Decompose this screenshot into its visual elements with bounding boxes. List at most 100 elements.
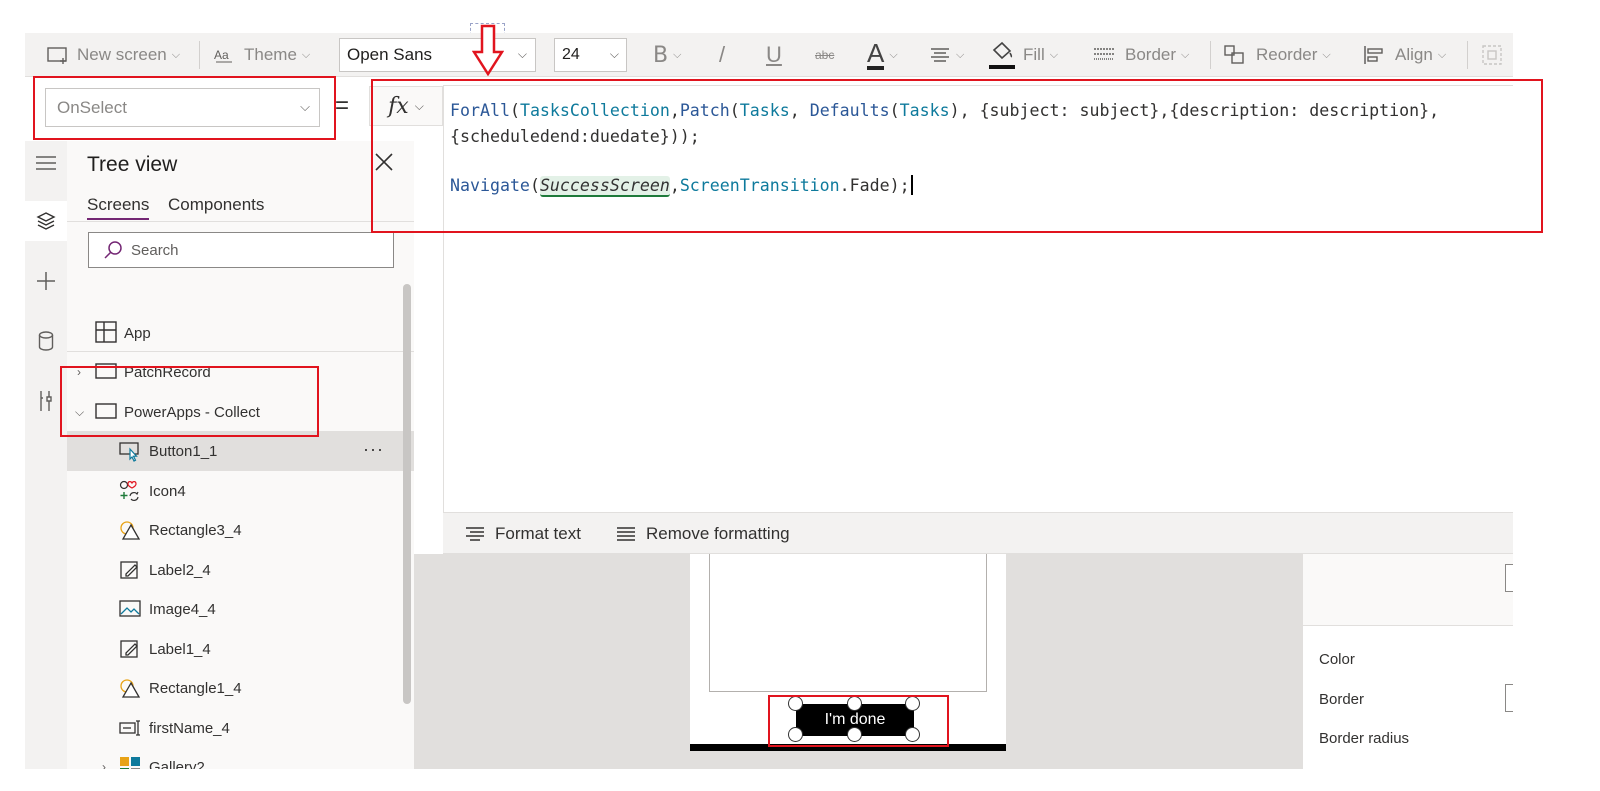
shape-control-icon xyxy=(120,679,141,698)
tree-item-label: Gallery2 xyxy=(149,758,205,770)
font-family-select[interactable]: Open Sans ⌵ xyxy=(339,38,536,72)
align-text-icon xyxy=(931,48,949,62)
layers-icon xyxy=(36,212,56,230)
theme-icon: Aa xyxy=(214,48,232,63)
insert-button[interactable] xyxy=(25,261,67,301)
property-input[interactable] xyxy=(1505,564,1513,592)
font-family-value: Open Sans xyxy=(347,45,433,64)
border-radius-property-label: Border radius xyxy=(1319,730,1410,747)
text-input-control-icon xyxy=(119,720,140,736)
remove-formatting-button[interactable]: Remove formatting xyxy=(616,513,790,555)
tree-item-image4-4[interactable]: Image4_4 xyxy=(67,589,414,629)
properties-header-area xyxy=(1303,554,1513,626)
group-icon xyxy=(1482,45,1502,65)
tree-item-firstname-4[interactable]: firstName_4 xyxy=(67,708,414,748)
chevron-down-icon: ⌵ xyxy=(609,47,619,61)
underline-button[interactable]: U xyxy=(766,33,782,77)
chevron-right-icon[interactable]: › xyxy=(102,760,106,769)
tree-view-button[interactable] xyxy=(25,201,67,241)
font-color-button[interactable]: A ⌵ xyxy=(867,33,898,77)
tree-item-label: Rectangle3_4 xyxy=(149,521,242,539)
font-color-label: A xyxy=(867,38,885,70)
italic-button[interactable]: / xyxy=(719,33,725,77)
tree-item-icon4[interactable]: Icon4 xyxy=(67,471,414,511)
more-options-icon[interactable]: ··· xyxy=(363,439,384,460)
remove-formatting-label: Remove formatting xyxy=(646,524,790,543)
align-icon xyxy=(1364,46,1383,64)
border-property-label: Border xyxy=(1319,691,1365,708)
tree-item-button1-1[interactable]: Button1_1 ··· xyxy=(67,431,414,471)
equals-sign: = xyxy=(335,92,350,119)
tree-item-rectangle3-4[interactable]: Rectangle3_4 xyxy=(67,510,414,550)
tools-icon xyxy=(40,391,52,411)
format-text-button[interactable]: Format text xyxy=(465,513,581,555)
bold-label: B xyxy=(653,42,669,68)
fill-button[interactable]: Fill ⌵ xyxy=(989,33,1058,77)
annotation-down-arrow-icon xyxy=(472,24,504,76)
data-button[interactable] xyxy=(25,321,67,361)
new-screen-button[interactable]: New screen ⌵ xyxy=(47,33,180,77)
tree-item-label: Icon4 xyxy=(149,482,186,500)
properties-panel: Color Border Border radius xyxy=(1302,554,1513,769)
search-placeholder: Search xyxy=(131,241,179,259)
menu-button[interactable] xyxy=(25,143,67,183)
database-icon xyxy=(38,331,54,351)
bold-button[interactable]: B ⌵ xyxy=(653,33,681,77)
annotation-button-box xyxy=(768,695,949,747)
format-text-icon xyxy=(466,527,484,541)
tree-view-title: Tree view xyxy=(87,153,178,176)
tab-components[interactable]: Components xyxy=(168,195,264,215)
tree-item-label: Label1_4 xyxy=(149,640,211,658)
tree-scrollbar[interactable] xyxy=(403,284,411,704)
chevron-down-icon: ⌵ xyxy=(1049,48,1059,61)
chevron-down-icon: ⌵ xyxy=(171,48,181,61)
tree-item-app[interactable]: App xyxy=(67,313,414,353)
tree-item-label: Image4_4 xyxy=(149,600,216,618)
hamburger-icon xyxy=(36,156,56,170)
gallery-control-icon xyxy=(120,757,140,769)
svg-text:Aa: Aa xyxy=(214,48,229,62)
tab-screens[interactable]: Screens xyxy=(87,195,150,220)
border-button[interactable]: Border ⌵ xyxy=(1093,33,1189,77)
tree-item-gallery2[interactable]: › Gallery2 xyxy=(67,747,414,769)
tree-search-input[interactable]: Search xyxy=(88,232,394,268)
gallery-preview[interactable] xyxy=(709,554,987,692)
align-label: Align xyxy=(1395,45,1433,64)
toolbar-divider xyxy=(1210,41,1211,69)
theme-button[interactable]: Aa Theme ⌵ xyxy=(214,33,310,77)
ribbon-toolbar: New screen ⌵ Aa Theme ⌵ Open Sans ⌵ 24 ⌵ B… xyxy=(25,33,1513,77)
tree-item-label: firstName_4 xyxy=(149,719,230,737)
italic-label: / xyxy=(719,42,726,67)
fill-label: Fill xyxy=(1023,45,1045,64)
tree-item-label2-4[interactable]: Label2_4 xyxy=(67,550,414,590)
paint-bucket-icon xyxy=(989,41,1015,69)
icons-control-icon xyxy=(119,480,139,501)
reorder-button[interactable]: Reorder ⌵ xyxy=(1224,33,1331,77)
theme-label: Theme xyxy=(244,45,297,64)
underline-label: U xyxy=(766,42,782,67)
plus-icon xyxy=(37,272,55,290)
tree-item-label: Label2_4 xyxy=(149,561,211,579)
align-button[interactable]: Align ⌵ xyxy=(1363,33,1446,77)
new-screen-icon xyxy=(47,47,67,64)
label-control-icon xyxy=(120,561,138,579)
strikethrough-button[interactable]: abc xyxy=(815,33,834,77)
border-label: Border xyxy=(1125,45,1177,64)
reorder-icon xyxy=(1224,45,1244,64)
font-size-select[interactable]: 24 ⌵ xyxy=(554,38,627,72)
app-icon xyxy=(95,321,117,343)
annotation-formula-box xyxy=(371,79,1543,233)
color-property-label: Color xyxy=(1319,651,1355,668)
format-text-label: Format text xyxy=(495,524,581,543)
label-control-icon xyxy=(120,640,138,658)
search-icon xyxy=(104,241,122,259)
tree-item-label: Rectangle1_4 xyxy=(149,679,242,697)
chevron-down-icon: ⌵ xyxy=(956,48,965,61)
chevron-down-icon: ⌵ xyxy=(1181,48,1190,61)
formula-format-bar: Format text Remove formatting xyxy=(443,512,1513,554)
text-align-button[interactable]: ⌵ xyxy=(929,33,964,77)
tree-item-label1-4[interactable]: Label1_4 xyxy=(67,629,414,669)
border-property-input[interactable] xyxy=(1505,684,1513,712)
group-button[interactable] xyxy=(1481,33,1503,77)
tree-item-rectangle1-4[interactable]: Rectangle1_4 xyxy=(67,668,414,708)
